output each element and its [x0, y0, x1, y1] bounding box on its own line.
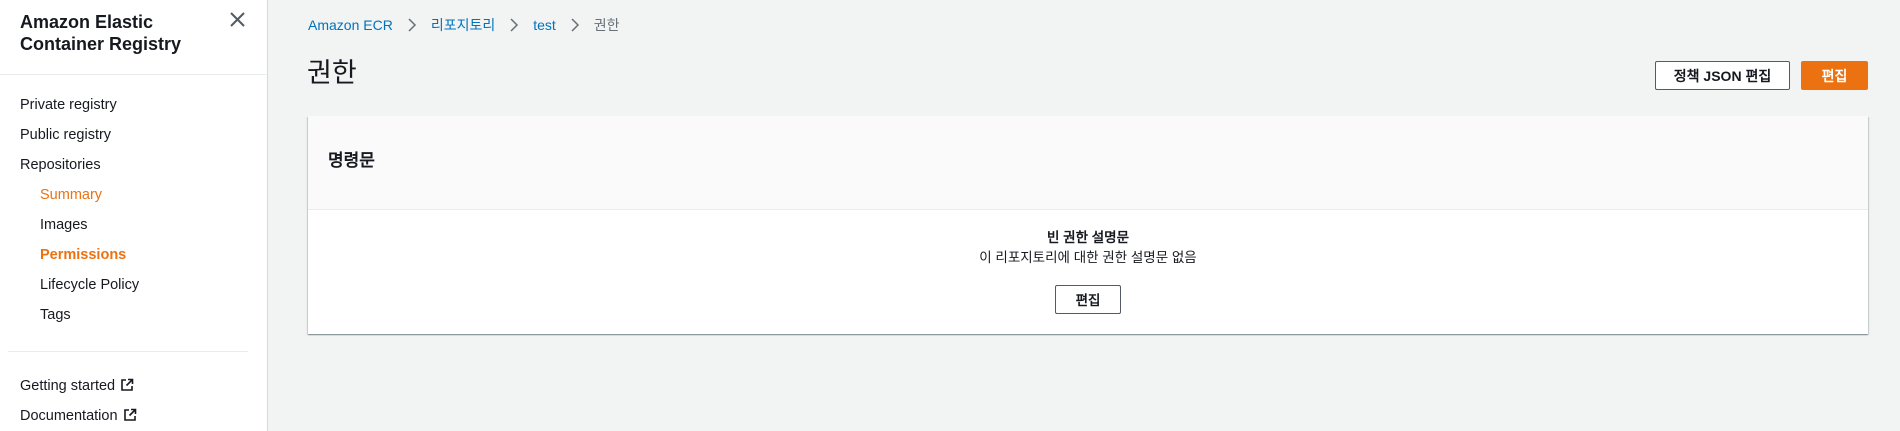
sidebar-item-public-registry[interactable]: Public registry — [20, 127, 111, 143]
sidebar-item-summary[interactable]: Summary — [40, 187, 102, 203]
sidebar-title[interactable]: Amazon Elastic Container Registry — [20, 11, 220, 55]
chevron-right-icon — [509, 18, 519, 32]
statements-panel-header: 명령문 — [308, 116, 1868, 210]
page-title: 권한 — [307, 58, 357, 88]
external-link-icon — [120, 378, 134, 396]
close-icon[interactable] — [228, 10, 248, 30]
breadcrumb-repositories[interactable]: 리포지토리 — [431, 15, 495, 35]
chevron-right-icon — [570, 18, 580, 32]
getting-started-label: Getting started — [20, 378, 116, 394]
sidebar-item-lifecycle-policy[interactable]: Lifecycle Policy — [40, 277, 139, 293]
breadcrumb-amazon-ecr[interactable]: Amazon ECR — [308, 17, 393, 33]
breadcrumb-current: 권한 — [593, 17, 620, 33]
sidebar-item-images[interactable]: Images — [40, 217, 88, 233]
empty-state-description: 이 리포지토리에 대한 권한 설명문 없음 — [979, 250, 1197, 265]
breadcrumb-repository-test[interactable]: test — [533, 17, 556, 33]
sidebar-item-private-registry[interactable]: Private registry — [20, 97, 117, 113]
sidebar: Amazon Elastic Container Registry Privat… — [0, 0, 268, 431]
sidebar-item-repositories[interactable]: Repositories — [20, 157, 101, 173]
sidebar-link-getting-started[interactable]: Getting started — [20, 378, 134, 396]
empty-state-edit-button[interactable]: 편집 — [1055, 285, 1121, 314]
chevron-right-icon — [407, 18, 417, 32]
external-link-icon — [123, 408, 137, 426]
statements-panel: 명령문 빈 권한 설명문 이 리포지토리에 대한 권한 설명문 없음 편집 — [308, 116, 1868, 334]
empty-state-title: 빈 권한 설명문 — [1046, 230, 1130, 245]
sidebar-link-documentation[interactable]: Documentation — [20, 408, 137, 426]
sidebar-item-tags[interactable]: Tags — [40, 307, 71, 323]
sidebar-item-permissions[interactable]: Permissions — [40, 247, 126, 263]
statements-panel-title: 명령문 — [328, 151, 375, 170]
sidebar-header: Amazon Elastic Container Registry — [0, 0, 267, 75]
edit-button[interactable]: 편집 — [1801, 61, 1868, 90]
documentation-label: Documentation — [20, 408, 118, 424]
sidebar-divider — [8, 351, 248, 352]
edit-policy-json-button[interactable]: 정책 JSON 편집 — [1655, 61, 1790, 90]
breadcrumb: Amazon ECR 리포지토리 test 권한 — [308, 16, 620, 34]
